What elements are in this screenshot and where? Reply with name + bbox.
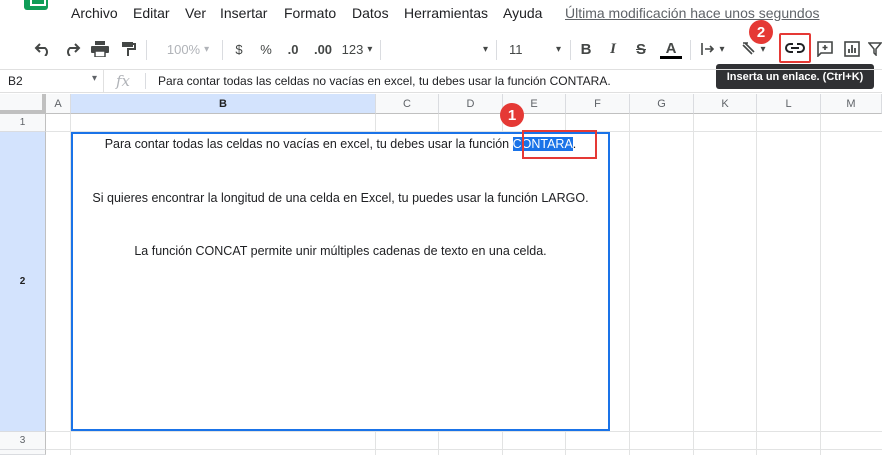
cell-line-1-before: Para contar todas las celdas no vacías e… [104, 137, 513, 151]
percent-format-button[interactable]: % [258, 36, 274, 62]
menu-datos[interactable]: Datos [352, 5, 389, 21]
name-box[interactable]: B2 [0, 70, 104, 92]
decrease-decimals-button[interactable]: .0 [283, 36, 303, 62]
menu-formato[interactable]: Formato [284, 5, 336, 21]
text-color-swatch [660, 55, 682, 59]
link-icon [785, 43, 805, 53]
select-all-corner[interactable] [0, 94, 46, 114]
column-header-a[interactable]: A [46, 94, 71, 114]
insert-comment-icon[interactable] [815, 36, 835, 62]
text-color-label: A [665, 39, 677, 57]
increase-decimals-button[interactable]: .00 [311, 36, 335, 62]
annotation-badge-1: 1 [500, 103, 524, 127]
strikethrough-button[interactable]: S [632, 36, 650, 62]
menu-ayuda[interactable]: Ayuda [503, 5, 542, 21]
menu-insertar[interactable]: Insertar [220, 5, 267, 21]
print-icon[interactable] [89, 36, 111, 62]
sheets-logo-icon[interactable] [24, 0, 48, 10]
font-family-select[interactable] [388, 36, 488, 62]
bold-button[interactable]: B [577, 36, 595, 62]
last-modified-link[interactable]: Última modificación hace unos segundos [565, 5, 819, 21]
redo-icon[interactable] [61, 36, 83, 62]
row-header-3[interactable]: 3 [0, 432, 46, 450]
formula-input[interactable]: Para contar todas las celdas no vacías e… [158, 74, 611, 88]
zoom-select[interactable]: 100% [160, 36, 216, 62]
menu-bar: Archivo Editar Ver Insertar Formato Dato… [0, 0, 882, 28]
cell-b2[interactable]: Para contar todas las celdas no vacías e… [71, 132, 610, 431]
italic-button[interactable]: I [604, 36, 622, 62]
menu-ver[interactable]: Ver [185, 5, 206, 21]
row-header-4[interactable] [0, 450, 46, 455]
formula-bar: B2 fx Para contar todas las celdas no va… [0, 69, 882, 93]
paint-format-icon[interactable] [117, 36, 139, 62]
filter-icon[interactable] [868, 36, 882, 62]
cell-line-3: La función CONCAT permite unir múltiples… [134, 244, 547, 258]
column-header-b[interactable]: B [71, 94, 376, 114]
row-header-1[interactable]: 1 [0, 114, 46, 132]
vertical-align-icon[interactable] [697, 36, 729, 62]
column-header-f[interactable]: F [566, 94, 630, 114]
column-header-k[interactable]: K [694, 94, 757, 114]
currency-format-button[interactable]: $ [231, 36, 247, 62]
column-header-d[interactable]: D [439, 94, 503, 114]
column-header-g[interactable]: G [630, 94, 694, 114]
font-size-select[interactable]: 11 [505, 36, 565, 62]
menu-herramientas[interactable]: Herramientas [404, 5, 488, 21]
cell-line-2: Si quieres encontrar la longitud de una … [92, 191, 589, 205]
selection-highlight-box [522, 130, 597, 159]
fx-icon: fx [116, 72, 131, 90]
text-color-button[interactable]: A [659, 36, 683, 62]
row-header-2[interactable]: 2 [0, 132, 46, 432]
column-header-c[interactable]: C [376, 94, 439, 114]
column-header-l[interactable]: L [757, 94, 821, 114]
insert-link-button[interactable] [779, 33, 811, 63]
annotation-badge-2: 2 [749, 20, 773, 44]
column-header-m[interactable]: M [821, 94, 882, 114]
menu-archivo[interactable]: Archivo [71, 5, 118, 21]
undo-icon[interactable] [32, 36, 54, 62]
more-formats-select[interactable]: 123 [339, 36, 375, 62]
menu-editar[interactable]: Editar [133, 5, 170, 21]
insert-chart-icon[interactable] [842, 36, 862, 62]
